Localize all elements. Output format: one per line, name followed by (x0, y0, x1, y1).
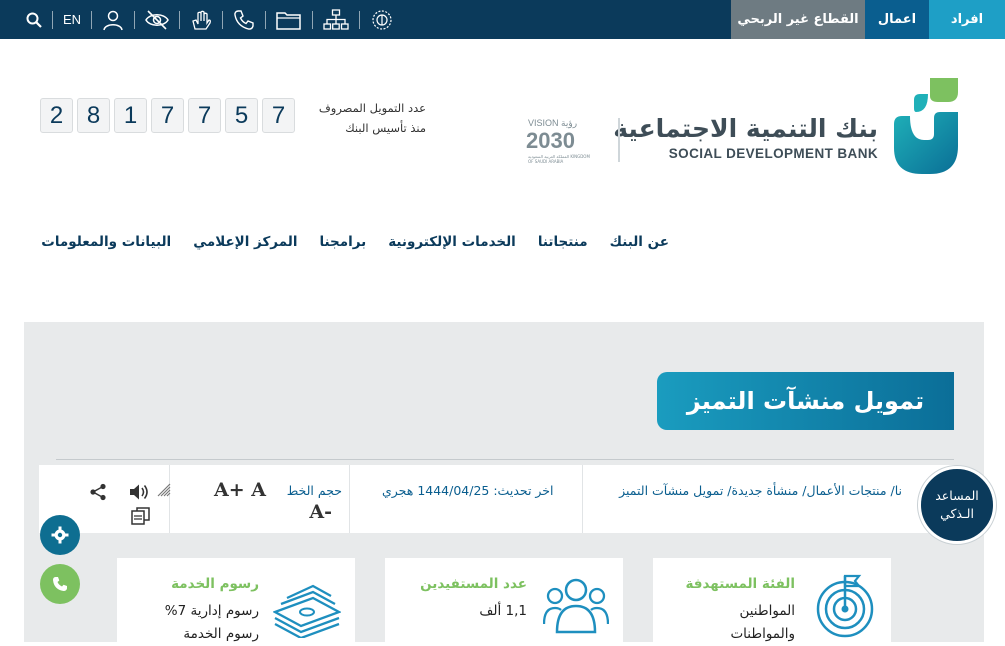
speaker-icon[interactable] (129, 483, 151, 501)
toolbar-divider (349, 465, 350, 533)
divider (56, 459, 954, 460)
counter-digit: 8 (77, 98, 110, 133)
nav-products[interactable]: منتجاتنا (538, 234, 588, 250)
breadcrumb[interactable]: نا/ منتجات الأعمال/ منشأة جديدة/ تمويل م… (619, 483, 902, 498)
folder-icon[interactable] (276, 0, 302, 39)
phone-icon[interactable] (233, 0, 255, 39)
card-title: الفئة المستهدفة (685, 576, 795, 592)
font-size-control: حجم الخط A+ A A- (214, 479, 342, 524)
sitemap-icon[interactable] (323, 0, 349, 39)
card-value: رسوم إدارية 7% رسوم الخدمة (165, 600, 259, 646)
page-title-banner: تمويل منشآت التميز (657, 372, 954, 430)
gear-icon (51, 526, 69, 544)
settings-button[interactable] (40, 515, 80, 555)
tab-nonprofit[interactable]: القطاع غير الربحي (731, 0, 865, 39)
last-updated: اخر تحديث: 1444/04/25 هجري (382, 483, 554, 498)
counter-digit: 7 (262, 98, 295, 133)
bank-logo-mark (894, 78, 958, 174)
financing-counter-label: عدد التمويل المصروف منذ تأسيس البنك (306, 98, 426, 138)
vision-subtitle: المملكة العربية السعودية KINGDOM OF SAUD… (528, 154, 590, 164)
card-value-line1: رسوم إدارية 7% (164, 603, 259, 619)
card-title: رسوم الخدمة (171, 576, 259, 592)
call-button[interactable] (40, 564, 80, 604)
nav-programs[interactable]: برامجنا (319, 234, 366, 250)
page-tools (89, 479, 179, 525)
card-beneficiaries: عدد المستفيدين 1,1 ألف (385, 558, 623, 642)
topbar-tools: EN (26, 0, 394, 39)
counter-digit: 7 (151, 98, 184, 133)
bank-logo[interactable]: بنك التنمية الاجتماعية SOCIAL DEVELOPMEN… (613, 78, 960, 176)
people-icon (543, 578, 609, 634)
logo-divider (618, 118, 620, 162)
vision-year: 2030 (526, 128, 575, 153)
counter-label-line2: منذ تأسيس البنك (345, 121, 426, 135)
target-icon (816, 574, 874, 638)
card-value-line1: 1,1 ألف (479, 603, 527, 619)
money-stack-icon (273, 584, 341, 638)
card-value-line1: المواطنين (739, 603, 795, 619)
card-title: عدد المستفيدين (420, 576, 527, 592)
card-value: المواطنين والمواطنات (730, 600, 795, 646)
card-target-group: الفئة المستهدفة المواطنين والمواطنات (653, 558, 891, 642)
language-label: EN (63, 12, 82, 27)
segment-tabs: افراد اعمال القطاع غير الربحي (731, 0, 1005, 39)
counter-label-line1: عدد التمويل المصروف (318, 101, 426, 115)
search-icon[interactable] (26, 0, 42, 39)
page-title: تمويل منشآت التميز (686, 387, 925, 415)
main-nav: عن البنك منتجاتنا الخدمات الإلكترونية بر… (41, 234, 669, 250)
nav-about[interactable]: عن البنك (610, 234, 669, 250)
nav-eservices[interactable]: الخدمات الإلكترونية (388, 234, 516, 250)
card-value: 1,1 ألف (479, 600, 527, 623)
toolbar-divider (582, 465, 583, 533)
font-increase-button[interactable]: A+ A (214, 479, 266, 501)
nav-data-information[interactable]: البيانات والمعلومات (41, 234, 171, 250)
card-value-line2: والمواطنات (730, 626, 795, 642)
phone-icon (53, 577, 67, 591)
font-decrease-button[interactable]: A- (309, 501, 332, 523)
tab-business[interactable]: اعمال (865, 0, 929, 39)
eye-slash-icon[interactable] (145, 0, 169, 39)
user-icon[interactable] (102, 0, 124, 39)
counter-digit: 1 (114, 98, 147, 133)
vision-2030-logo: VISION رؤية 2030 المملكة العربية السعودي… (526, 118, 596, 166)
copy-icon[interactable] (131, 507, 151, 525)
emblem-icon[interactable] (370, 0, 394, 39)
top-bar: EN افراد اعمال القطاع غير الربحي (0, 0, 1005, 39)
assistant-label-line1: المساعد (935, 488, 979, 503)
financing-counter: 2 8 1 7 7 5 7 (40, 98, 295, 133)
counter-digit: 2 (40, 98, 73, 133)
counter-digit: 5 (225, 98, 258, 133)
assistant-label-line2: الـذكي (940, 506, 974, 521)
nav-media-center[interactable]: المركز الإعلامي (193, 234, 297, 250)
bank-name-arabic: بنك التنمية الاجتماعية (613, 114, 878, 143)
bank-name-english: SOCIAL DEVELOPMENT BANK (668, 146, 878, 161)
page-toolbar: نا/ منتجات الأعمال/ منشأة جديدة/ تمويل م… (39, 465, 954, 533)
share-icon[interactable] (89, 483, 107, 501)
card-value-line2: رسوم الخدمة (183, 626, 259, 642)
sign-language-icon[interactable] (190, 0, 212, 39)
smart-assistant-button[interactable]: المساعد الـذكي (918, 466, 996, 544)
counter-digit: 7 (188, 98, 221, 133)
font-size-label: حجم الخط (286, 483, 342, 498)
card-service-fees: رسوم الخدمة رسوم إدارية 7% رسوم الخدمة (117, 558, 355, 642)
feed-icon[interactable] (157, 483, 171, 497)
tab-individuals[interactable]: افراد (929, 0, 1005, 39)
language-switch[interactable]: EN (63, 0, 81, 39)
